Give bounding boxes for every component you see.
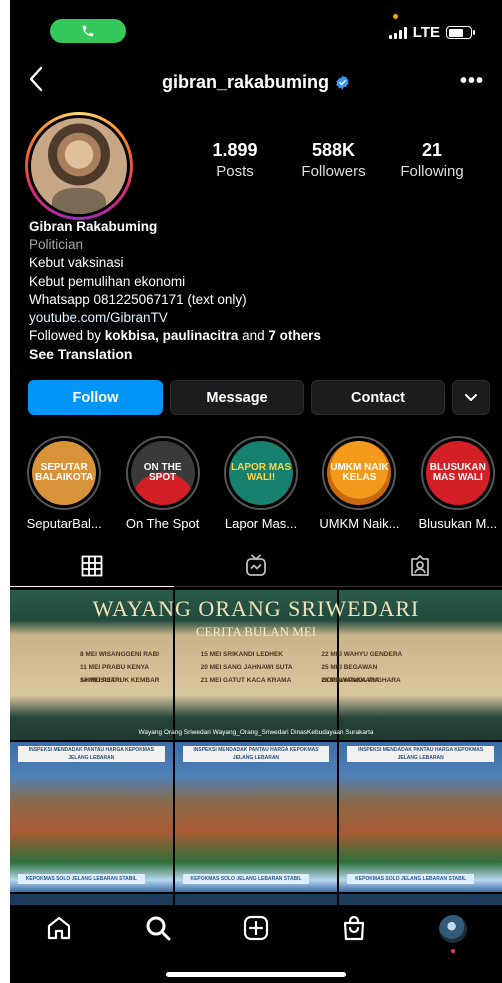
post-thumbnail[interactable] bbox=[339, 590, 502, 740]
highlight-label: On The Spot bbox=[125, 516, 200, 531]
bio-line: Whatsapp 081225067171 (text only) bbox=[29, 291, 247, 307]
post-caption-banner: INSPEKSI MENDADAK PANTAU HARGA KEPOKMAS … bbox=[182, 746, 330, 762]
tab-posts-grid[interactable] bbox=[10, 545, 174, 587]
profile-bio: Gibran Rakabuming Politician Kebut vaksi… bbox=[29, 218, 486, 364]
nav-create[interactable] bbox=[236, 915, 276, 955]
post-caption-banner: INSPEKSI MENDADAK PANTAU HARGA KEPOKMAS … bbox=[18, 746, 165, 762]
profile-content-tabs bbox=[10, 545, 502, 587]
bio-link[interactable]: youtube.com/GibranTV bbox=[29, 309, 486, 327]
highlight-label: UMKM Naik... bbox=[319, 516, 400, 531]
tab-igtv[interactable] bbox=[174, 545, 338, 587]
network-label: LTE bbox=[412, 24, 440, 41]
follow-button[interactable]: Follow bbox=[28, 380, 163, 415]
profile-header: gibran_rakabuming ••• bbox=[10, 62, 502, 102]
profile-stats: 1.899 Posts 588K Followers 21 Following bbox=[195, 140, 472, 180]
profile-name: Gibran Rakabuming bbox=[29, 219, 158, 234]
post-thumbnail[interactable] bbox=[174, 590, 338, 740]
followed-by-others: 7 others bbox=[268, 328, 321, 344]
chevron-down-icon bbox=[465, 393, 477, 401]
add-post-icon bbox=[243, 915, 269, 941]
igtv-icon bbox=[246, 554, 266, 576]
highlight-cover: SEPUTAR BALAIKOTA bbox=[32, 441, 97, 505]
post-footer-banner: KEPOKMAS SOLO JELANG LEBARAN STABIL bbox=[18, 874, 145, 884]
instagram-profile-screen: LTE gibran_rakabuming ••• 1.899 Posts 58… bbox=[10, 0, 502, 983]
story-highlights: SEPUTAR BALAIKOTA SeputarBal... ON THE S… bbox=[20, 436, 502, 531]
posts-grid: INSPEKSI MENDADAK PANTAU HARGA KEPOKMAS … bbox=[10, 590, 502, 908]
highlight-label: Lapor Mas... bbox=[224, 516, 298, 531]
stat-following-label: Following bbox=[400, 163, 464, 180]
tab-tagged[interactable] bbox=[338, 545, 502, 587]
status-bar: LTE bbox=[10, 0, 502, 60]
profile-avatar bbox=[31, 118, 127, 214]
grid-icon bbox=[81, 555, 103, 576]
home-indicator[interactable] bbox=[166, 972, 346, 977]
nav-home[interactable] bbox=[39, 915, 79, 955]
verified-badge-icon bbox=[336, 75, 349, 90]
highlight-umkm-naik-kelas[interactable]: UMKM NAIK KELAS UMKM Naik... bbox=[315, 436, 403, 531]
highlight-label: Blusukan M... bbox=[418, 516, 498, 531]
see-translation-link[interactable]: See Translation bbox=[29, 345, 486, 363]
profile-actions: Follow Message Contact bbox=[28, 380, 490, 415]
post-footer-banner: KEPOKMAS SOLO JELANG LEBARAN STABIL bbox=[347, 874, 474, 884]
post-caption-banner: INSPEKSI MENDADAK PANTAU HARGA KEPOKMAS … bbox=[347, 746, 494, 762]
profile-avatar-icon bbox=[438, 915, 467, 943]
battery-icon bbox=[446, 26, 475, 39]
stat-followers-value: 588K bbox=[311, 140, 356, 160]
highlight-on-the-spot[interactable]: ON THE SPOT On The Spot bbox=[118, 436, 206, 531]
post-thumbnail[interactable]: INSPEKSI MENDADAK PANTAU HARGA KEPOKMAS … bbox=[174, 742, 338, 892]
username: gibran_rakabuming bbox=[161, 72, 330, 92]
highlight-seputar-balaikota[interactable]: SEPUTAR BALAIKOTA SeputarBal... bbox=[20, 436, 108, 531]
followed-by[interactable]: Followed by kokbisa, paulinacitra and 7 … bbox=[29, 327, 486, 345]
username-title: gibran_rakabuming bbox=[10, 72, 502, 93]
status-indicators: LTE bbox=[388, 24, 475, 41]
stat-posts[interactable]: 1.899 Posts bbox=[195, 140, 275, 180]
message-button[interactable]: Message bbox=[170, 380, 304, 415]
stat-followers-label: Followers bbox=[301, 163, 366, 180]
profile-avatar-story-ring[interactable] bbox=[25, 112, 133, 220]
post-thumbnail[interactable] bbox=[10, 590, 173, 740]
nav-profile[interactable] bbox=[433, 915, 473, 955]
followed-by-names: kokbisa, paulinacitra bbox=[104, 328, 239, 344]
highlight-cover: BLUSUKAN MAS WALI bbox=[425, 441, 490, 505]
shopping-bag-icon bbox=[344, 915, 365, 941]
highlight-cover: UMKM NAIK KELAS bbox=[327, 441, 392, 505]
phone-icon bbox=[82, 25, 94, 37]
highlight-cover: LAPOR MAS WALI! bbox=[229, 441, 294, 505]
privacy-indicator-icon bbox=[393, 14, 398, 19]
active-call-pill[interactable] bbox=[50, 19, 126, 43]
stat-posts-value: 1.899 bbox=[212, 140, 258, 160]
stat-following[interactable]: 21 Following bbox=[392, 140, 472, 180]
bio-line: Kebut pemulihan ekonomi bbox=[29, 273, 186, 289]
more-options-button[interactable]: ••• bbox=[460, 70, 484, 93]
suggested-accounts-button[interactable] bbox=[452, 380, 490, 415]
nav-search[interactable] bbox=[138, 915, 178, 955]
notification-dot bbox=[450, 949, 455, 953]
tagged-icon bbox=[411, 554, 429, 576]
home-icon bbox=[48, 916, 71, 940]
stat-following-value: 21 bbox=[421, 140, 443, 160]
signal-icon bbox=[388, 26, 407, 39]
profile-category: Politician bbox=[29, 237, 84, 253]
post-thumbnail[interactable]: INSPEKSI MENDADAK PANTAU HARGA KEPOKMAS … bbox=[10, 742, 173, 892]
post-footer-banner: KEPOKMAS SOLO JELANG LEBARAN STABIL bbox=[182, 874, 310, 884]
post-thumbnail[interactable]: INSPEKSI MENDADAK PANTAU HARGA KEPOKMAS … bbox=[339, 742, 502, 892]
nav-shop[interactable] bbox=[334, 915, 374, 955]
highlight-lapor-mas-wali[interactable]: LAPOR MAS WALI! Lapor Mas... bbox=[217, 436, 305, 531]
stat-posts-label: Posts bbox=[216, 163, 254, 180]
search-icon bbox=[146, 916, 171, 941]
contact-button[interactable]: Contact bbox=[311, 380, 445, 415]
highlight-blusukan-mas-wali[interactable]: BLUSUKAN MAS WALI Blusukan M... bbox=[414, 436, 502, 531]
highlight-label: SeputarBal... bbox=[26, 516, 102, 531]
stat-followers[interactable]: 588K Followers bbox=[294, 140, 374, 180]
highlight-cover: ON THE SPOT bbox=[130, 441, 195, 505]
bio-line: Kebut vaksinasi bbox=[29, 255, 124, 271]
